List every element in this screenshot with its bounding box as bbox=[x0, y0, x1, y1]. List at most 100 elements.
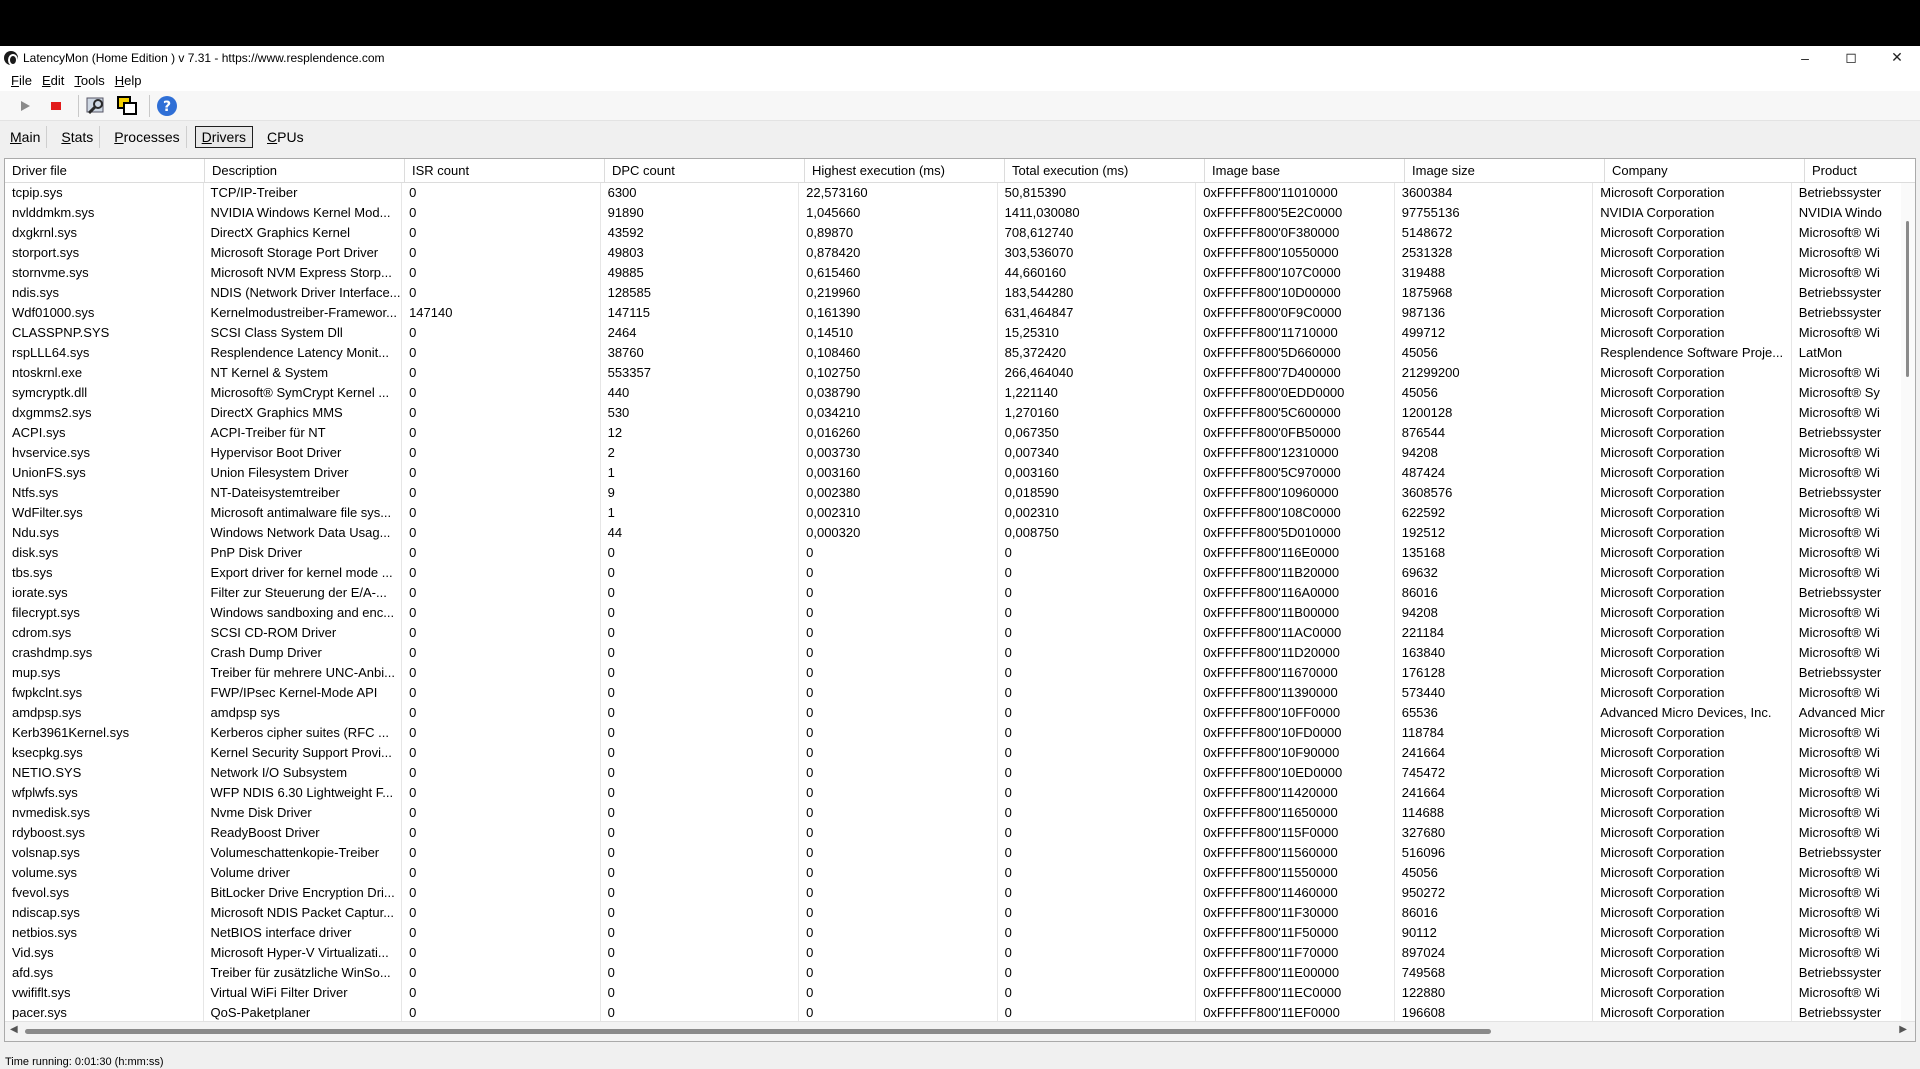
cell-image-base: 0xFFFFF800'11F70000 bbox=[1196, 943, 1395, 963]
table-row[interactable]: cdrom.sys SCSI CD-ROM Driver 0 0 0 0 0xFFFFF80… bbox=[5, 623, 1901, 643]
tab-stats[interactable]: Stats bbox=[55, 126, 101, 148]
cell-total-execution: 0,018590 bbox=[998, 483, 1197, 503]
table-row[interactable]: volume.sys Volume driver 0 0 0 0 0xFFFFF800'11… bbox=[5, 863, 1901, 883]
minimize-button[interactable]: – bbox=[1782, 46, 1828, 69]
windows-button[interactable] bbox=[114, 93, 140, 119]
table-row[interactable]: UnionFS.sys Union Filesystem Driver 0 1 0,00… bbox=[5, 463, 1901, 483]
table-row[interactable]: iorate.sys Filter zur Steuerung der E/A-.… bbox=[5, 583, 1901, 603]
cell-company: Microsoft Corporation bbox=[1593, 943, 1792, 963]
table-row[interactable]: stornvme.sys Microsoft NVM Express Storp.… bbox=[5, 263, 1901, 283]
column-header-total-execution[interactable]: Total execution (ms) bbox=[1005, 159, 1205, 183]
column-header-highest-execution[interactable]: Highest execution (ms) bbox=[805, 159, 1005, 183]
table-row[interactable]: rdyboost.sys ReadyBoost Driver 0 0 0 0 0xFFFFF… bbox=[5, 823, 1901, 843]
cell-highest-execution: 0 bbox=[799, 823, 998, 843]
maximize-button[interactable]: ◻ bbox=[1828, 46, 1874, 69]
table-row[interactable]: ndiscap.sys Microsoft NDIS Packet Captur.… bbox=[5, 903, 1901, 923]
column-header-dpc-count[interactable]: DPC count bbox=[605, 159, 805, 183]
table-row[interactable]: nvlddmkm.sys NVIDIA Windows Kernel Mod...… bbox=[5, 203, 1901, 223]
table-row[interactable]: Vid.sys Microsoft Hyper-V Virtualizati...… bbox=[5, 943, 1901, 963]
table-row[interactable]: amdpsp.sys amdpsp sys 0 0 0 0 0xFFFFF800'10FF0… bbox=[5, 703, 1901, 723]
table-row[interactable]: Ntfs.sys NT-Dateisystemtreiber 0 9 0,002380 0… bbox=[5, 483, 1901, 503]
tab-stats-label: tats bbox=[70, 129, 94, 145]
table-row[interactable]: filecrypt.sys Windows sandboxing and enc.… bbox=[5, 603, 1901, 623]
menu-tools[interactable]: Tools bbox=[69, 73, 109, 88]
table-row[interactable]: ACPI.sys ACPI-Treiber für NT 0 12 0,016260 0,… bbox=[5, 423, 1901, 443]
table-row[interactable]: volsnap.sys Volumeschattenkopie-Treiber 0 0… bbox=[5, 843, 1901, 863]
cell-image-base: 0xFFFFF800'11710000 bbox=[1196, 323, 1395, 343]
cell-highest-execution: 0,038790 bbox=[799, 383, 998, 403]
table-row[interactable]: mup.sys Treiber für mehrere UNC-Anbi... 0 0… bbox=[5, 663, 1901, 683]
start-monitor-button[interactable] bbox=[12, 93, 38, 119]
title-bar[interactable]: LatencyMon (Home Edition ) v 7.31 - http… bbox=[0, 46, 1920, 69]
menu-edit[interactable]: Edit bbox=[37, 73, 69, 88]
cell-highest-execution: 0 bbox=[799, 743, 998, 763]
menu-help[interactable]: Help bbox=[110, 73, 147, 88]
drivers-table[interactable]: Driver file Description ISR count DPC co… bbox=[4, 158, 1916, 1042]
table-row[interactable]: ksecpkg.sys Kernel Security Support Provi… bbox=[5, 743, 1901, 763]
table-row[interactable]: Kerb3961Kernel.sys Kerberos cipher suites… bbox=[5, 723, 1901, 743]
horizontal-scroll-thumb[interactable] bbox=[25, 1029, 1491, 1034]
table-row[interactable]: CLASSPNP.SYS SCSI Class System Dll 0 2464 0,… bbox=[5, 323, 1901, 343]
table-row[interactable]: dxgmms2.sys DirectX Graphics MMS 0 530 0,034… bbox=[5, 403, 1901, 423]
toolbar: ? bbox=[0, 91, 1920, 121]
menu-file[interactable]: File bbox=[6, 73, 37, 88]
help-button[interactable]: ? bbox=[154, 93, 180, 119]
column-header-driver-file[interactable]: Driver file bbox=[5, 159, 205, 183]
column-header-product[interactable]: Product bbox=[1805, 159, 1915, 183]
vertical-scrollbar[interactable] bbox=[1901, 183, 1915, 1021]
table-row[interactable]: disk.sys PnP Disk Driver 0 0 0 0 0xFFFFF800'11… bbox=[5, 543, 1901, 563]
table-row[interactable]: ntoskrnl.exe NT Kernel & System 0 553357 0,1… bbox=[5, 363, 1901, 383]
table-row[interactable]: vwififlt.sys Virtual WiFi Filter Driver 0 0… bbox=[5, 983, 1901, 1003]
cell-description: Kernelmodustreiber-Framewor... bbox=[204, 303, 403, 323]
cell-company: Microsoft Corporation bbox=[1593, 503, 1792, 523]
table-row[interactable]: Ndu.sys Windows Network Data Usag... 0 44 0,… bbox=[5, 523, 1901, 543]
scroll-right-arrow-icon[interactable]: ▶ bbox=[1899, 1024, 1907, 1035]
cell-isr-count: 0 bbox=[402, 763, 601, 783]
cell-product: Betriebssyster bbox=[1798, 665, 1882, 680]
table-row[interactable]: dxgkrnl.sys DirectX Graphics Kernel 0 43592… bbox=[5, 223, 1901, 243]
menu-tools-label: ools bbox=[80, 72, 105, 88]
tab-main[interactable]: Main bbox=[4, 126, 48, 148]
table-row[interactable]: tbs.sys Export driver for kernel mode ...… bbox=[5, 563, 1901, 583]
cell-product: Betriebssyster bbox=[1798, 425, 1882, 440]
tab-processes[interactable]: Processes bbox=[108, 126, 187, 148]
table-row[interactable]: afd.sys Treiber für zusätzliche WinSo... 0… bbox=[5, 963, 1901, 983]
cell-total-execution: 0,003160 bbox=[998, 463, 1197, 483]
close-button[interactable]: ✕ bbox=[1874, 46, 1920, 69]
table-row[interactable]: storport.sys Microsoft Storage Port Drive… bbox=[5, 243, 1901, 263]
tab-cpus[interactable]: C PUs bbox=[261, 126, 310, 148]
cell-isr-count: 0 bbox=[402, 423, 601, 443]
table-row[interactable]: rspLLL64.sys Resplendence Latency Monit..… bbox=[5, 343, 1901, 363]
table-row[interactable]: Wdf01000.sys Kernelmodustreiber-Framewor.… bbox=[5, 303, 1901, 323]
table-row[interactable]: ndis.sys NDIS (Network Driver Interface..… bbox=[5, 283, 1901, 303]
column-header-image-size[interactable]: Image size bbox=[1405, 159, 1605, 183]
table-row[interactable]: fvevol.sys BitLocker Drive Encryption Dri… bbox=[5, 883, 1901, 903]
tab-drivers[interactable]: Drivers bbox=[194, 126, 254, 148]
search-settings-button[interactable] bbox=[83, 93, 109, 119]
vertical-scroll-thumb[interactable] bbox=[1906, 221, 1909, 377]
table-row[interactable]: nvmedisk.sys Nvme Disk Driver 0 0 0 0 0xFFFFF8… bbox=[5, 803, 1901, 823]
table-row[interactable]: wfplwfs.sys WFP NDIS 6.30 Lightweight F..… bbox=[5, 783, 1901, 803]
scroll-left-arrow-icon[interactable]: ◀ bbox=[10, 1024, 18, 1035]
table-row[interactable]: netbios.sys NetBIOS interface driver 0 0 0 0 0… bbox=[5, 923, 1901, 943]
horizontal-scrollbar[interactable]: ◀ ▶ bbox=[5, 1021, 1915, 1041]
column-header-isr-count[interactable]: ISR count bbox=[405, 159, 605, 183]
column-header-description[interactable]: Description bbox=[205, 159, 405, 183]
table-row[interactable]: WdFilter.sys Microsoft antimalware file s… bbox=[5, 503, 1901, 523]
cell-description: FWP/IPsec Kernel-Mode API bbox=[204, 683, 403, 703]
cell-highest-execution: 0 bbox=[799, 663, 998, 683]
cell-total-execution: 0 bbox=[998, 603, 1197, 623]
cell-description: Network I/O Subsystem bbox=[204, 763, 403, 783]
table-row[interactable]: crashdmp.sys Crash Dump Driver 0 0 0 0 0xFFFFF… bbox=[5, 643, 1901, 663]
stop-monitor-button[interactable] bbox=[43, 93, 69, 119]
cell-description: Microsoft® SymCrypt Kernel ... bbox=[204, 383, 403, 403]
table-row[interactable]: symcryptk.dll Microsoft® SymCrypt Kernel … bbox=[5, 383, 1901, 403]
table-row[interactable]: pacer.sys QoS-Paketplaner 0 0 0 0 0xFFFFF800'1… bbox=[5, 1003, 1901, 1021]
table-row[interactable]: fwpkclnt.sys FWP/IPsec Kernel-Mode API 0 0 0… bbox=[5, 683, 1901, 703]
column-header-company[interactable]: Company bbox=[1605, 159, 1805, 183]
table-row[interactable]: NETIO.SYS Network I/O Subsystem 0 0 0 0 0xFFFF… bbox=[5, 763, 1901, 783]
column-header-image-base[interactable]: Image base bbox=[1205, 159, 1405, 183]
table-row[interactable]: tcpip.sys TCP/IP-Treiber 0 6300 22,573160 50,… bbox=[5, 183, 1901, 203]
cell-image-base: 0xFFFFF800'10F90000 bbox=[1196, 743, 1395, 763]
table-row[interactable]: hvservice.sys Hypervisor Boot Driver 0 2 0,0… bbox=[5, 443, 1901, 463]
